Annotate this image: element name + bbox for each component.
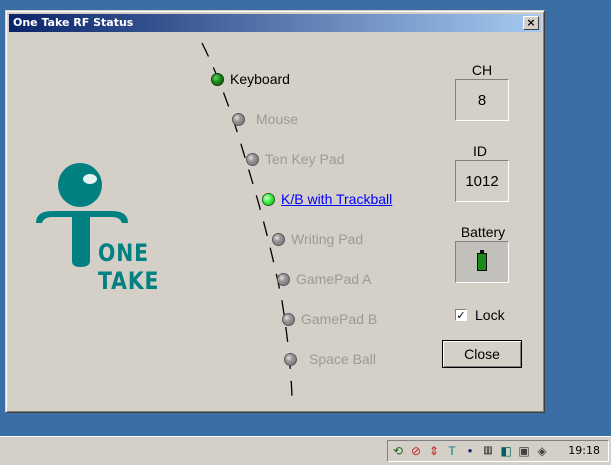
device2-icon[interactable]: ▣: [516, 443, 532, 459]
sound-icon[interactable]: ⊘: [408, 443, 424, 459]
led-indicator-icon: [284, 352, 297, 366]
logo-text: ONE TAKE: [98, 239, 160, 295]
device-keyboard[interactable]: Keyboard: [211, 69, 290, 89]
device-label: Space Ball: [309, 351, 376, 367]
led-indicator-icon: [246, 152, 259, 166]
id-value: 1012: [465, 172, 499, 190]
one-take-logo: ONE TAKE: [32, 161, 222, 295]
rf-status-window: One Take RF Status × ONE TAKE Keyboard M…: [5, 10, 545, 413]
led-indicator-icon: [282, 312, 295, 326]
keyboard-icon[interactable]: ▥: [480, 443, 496, 459]
device-mouse[interactable]: Mouse: [232, 109, 298, 129]
led-indicator-icon: [232, 112, 245, 126]
lock-checkbox[interactable]: ✓ Lock: [455, 307, 505, 323]
device-kb-trackball[interactable]: K/B with Trackball: [262, 189, 392, 209]
device-label[interactable]: K/B with Trackball: [281, 191, 392, 207]
close-button[interactable]: Close: [442, 340, 522, 368]
device-label: Ten Key Pad: [265, 151, 345, 167]
onetake-icon[interactable]: T: [444, 443, 460, 459]
lock-check-icon[interactable]: ✓: [455, 309, 467, 321]
device-label: Writing Pad: [291, 231, 364, 247]
ch-value: 8: [477, 91, 487, 109]
battery-box: [455, 241, 509, 283]
volume-icon[interactable]: ◈: [534, 443, 550, 459]
device-icon[interactable]: ◧: [498, 443, 514, 459]
battery-label: Battery: [460, 224, 506, 240]
device-writing-pad[interactable]: Writing Pad: [272, 229, 363, 249]
device-gamepad-a[interactable]: GamePad A: [277, 269, 372, 289]
system-tray: ⟲ ⊘ ⇕ T ● ▥ ◧ ▣ ◈ 19:18: [387, 440, 609, 462]
ch-label: CH: [471, 62, 493, 78]
device-space-ball[interactable]: Space Ball: [284, 349, 376, 369]
clock[interactable]: 19:18: [568, 444, 600, 457]
id-label: ID: [473, 143, 487, 159]
led-indicator-icon: [277, 272, 290, 286]
network-icon[interactable]: ⟲: [390, 443, 406, 459]
taskbar: ⟲ ⊘ ⇕ T ● ▥ ◧ ▣ ◈ 19:18: [0, 436, 611, 465]
device-label: GamePad A: [296, 271, 372, 287]
device-gamepad-b[interactable]: GamePad B: [282, 309, 377, 329]
device-label: GamePad B: [301, 311, 378, 327]
device-label: Keyboard: [230, 71, 290, 87]
ch-value-box: 8: [455, 79, 509, 121]
device-ten-key-pad[interactable]: Ten Key Pad: [246, 149, 344, 169]
id-value-box: 1012: [455, 160, 509, 202]
led-indicator-icon: [262, 192, 275, 206]
lock-label: Lock: [475, 307, 505, 323]
led-indicator-icon: [272, 232, 285, 246]
device-label: Mouse: [256, 111, 299, 127]
led-indicator-icon: [211, 72, 224, 86]
updown-icon[interactable]: ⇕: [426, 443, 442, 459]
dot-icon[interactable]: ●: [462, 443, 478, 459]
battery-full-icon: [477, 250, 487, 271]
